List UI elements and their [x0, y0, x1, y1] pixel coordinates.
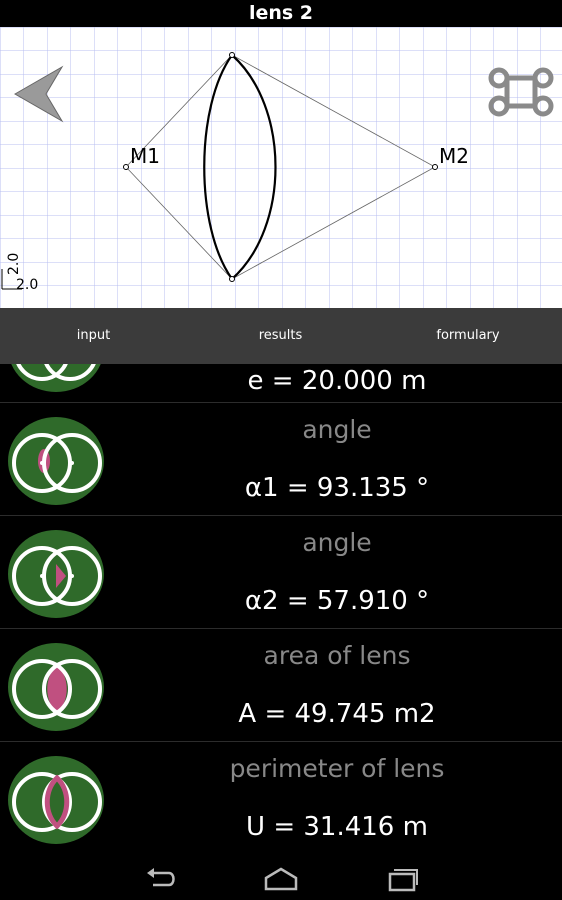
tab-formulary[interactable]: formulary: [374, 308, 562, 364]
home-icon[interactable]: [261, 863, 301, 893]
label-m2: M2: [439, 144, 469, 168]
result-value: A = 49.745 m2: [238, 699, 436, 729]
results-list[interactable]: e = 20.000 m angle α1 = 93.135 ° angle α…: [0, 364, 562, 854]
app-title: lens 2: [0, 0, 562, 27]
result-value: α2 = 57.910 °: [244, 586, 430, 616]
drawing-canvas[interactable]: M1 M2 2.0 2.0: [0, 27, 562, 308]
area-thumb-icon: [8, 643, 104, 731]
angle-alpha1-thumb-icon: [8, 417, 104, 505]
label-m1: M1: [130, 144, 160, 168]
result-row-alpha2[interactable]: angle α2 = 57.910 °: [0, 516, 562, 629]
tab-results[interactable]: results: [187, 308, 374, 364]
bottom-point[interactable]: [229, 276, 235, 282]
tab-input[interactable]: input: [0, 308, 187, 364]
result-row-alpha1[interactable]: angle α1 = 93.135 °: [0, 403, 562, 516]
tab-bar: input results formulary: [0, 308, 562, 668]
point-m1[interactable]: [123, 164, 129, 170]
angle-alpha2-thumb-icon: [8, 530, 104, 618]
scale-horizontal: 2.0: [16, 277, 38, 293]
recent-apps-icon[interactable]: [381, 863, 421, 893]
result-label: angle: [302, 528, 372, 557]
result-label: angle: [302, 415, 372, 444]
scale-vertical: 2.0: [6, 253, 22, 275]
point-m2[interactable]: [432, 164, 438, 170]
result-row-area[interactable]: area of lens A = 49.745 m2: [0, 629, 562, 742]
back-icon[interactable]: [141, 863, 181, 893]
result-row-e[interactable]: e = 20.000 m: [0, 364, 562, 403]
result-row-perimeter[interactable]: perimeter of lens U = 31.416 m: [0, 742, 562, 854]
result-value: U = 31.416 m: [246, 812, 428, 842]
result-value: α1 = 93.135 °: [244, 473, 430, 503]
distance-thumb-icon: [11, 364, 101, 392]
result-label: perimeter of lens: [229, 754, 445, 783]
perimeter-thumb-icon: [8, 756, 104, 844]
system-navigation-bar: [0, 855, 562, 900]
result-value: e = 20.000 m: [247, 366, 427, 396]
grid-background: [0, 27, 562, 308]
top-point[interactable]: [229, 52, 235, 58]
result-label: area of lens: [263, 641, 411, 670]
